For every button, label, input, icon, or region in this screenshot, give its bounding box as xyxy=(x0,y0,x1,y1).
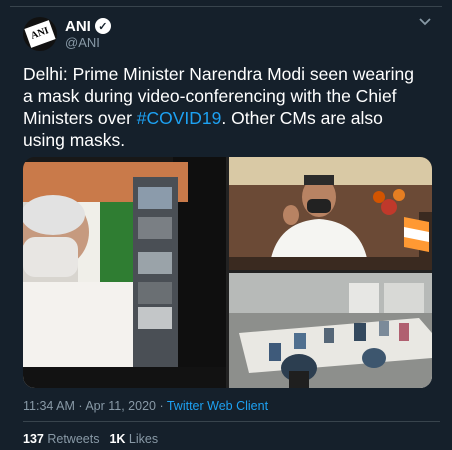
tweet-text: Delhi: Prime Minister Narendra Modi seen… xyxy=(23,63,418,151)
likes-count: 1K xyxy=(109,432,126,446)
author-handle[interactable]: @ANI xyxy=(65,35,100,50)
likes-stat[interactable]: 1K Likes xyxy=(109,432,158,446)
media-grid[interactable] xyxy=(23,157,432,388)
verified-badge-icon: ✓ xyxy=(94,18,111,34)
tweet-client-link[interactable]: Twitter Web Client xyxy=(167,399,268,413)
tweet-time[interactable]: 11:34 AM xyxy=(23,399,75,413)
retweets-label: Retweets xyxy=(47,432,100,446)
top-divider xyxy=(10,6,442,7)
meta-separator: · xyxy=(155,399,167,413)
likes-label: Likes xyxy=(128,432,159,446)
tweet-meta: 11:34 AM · Apr 11, 2020 · Twitter Web Cl… xyxy=(23,399,268,413)
avatar[interactable]: ANI xyxy=(23,17,57,51)
photo-pm-videoconference[interactable] xyxy=(23,157,226,388)
retweets-count: 137 xyxy=(23,432,44,446)
stats-divider xyxy=(23,421,440,422)
tweet-stats: 137 Retweets 1K Likes xyxy=(23,432,158,446)
author-name-row[interactable]: ANI ✓ xyxy=(65,17,111,35)
retweets-stat[interactable]: 137 Retweets xyxy=(23,432,99,446)
photo-cm-with-mask[interactable] xyxy=(229,157,432,270)
chevron-down-icon[interactable] xyxy=(418,16,432,30)
photo-conference-room[interactable] xyxy=(229,273,432,388)
tweet-date[interactable]: Apr 11, 2020 xyxy=(85,399,156,413)
author-display-name[interactable]: ANI xyxy=(65,18,91,35)
ani-logo: ANI xyxy=(24,20,56,48)
tweet-card[interactable]: ANI ANI ✓ @ANI Delhi: Prime Minister Nar… xyxy=(0,0,452,450)
meta-separator: · xyxy=(74,399,86,413)
hashtag-link[interactable]: #COVID19 xyxy=(137,108,222,128)
